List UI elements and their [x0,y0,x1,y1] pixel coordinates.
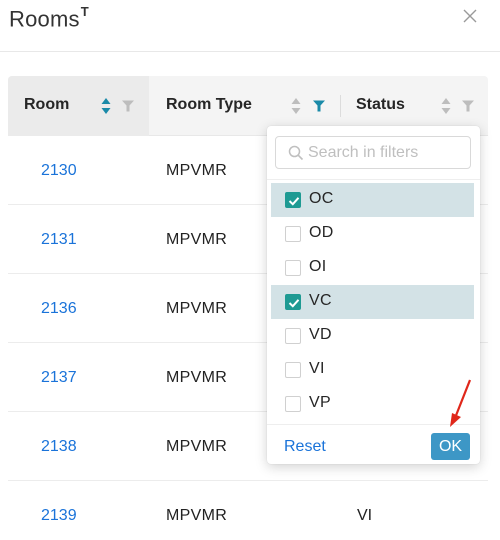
room-type-cell: MPVMR [166,437,228,455]
modal-title-text: Rooms [9,6,80,32]
filter-search-box[interactable] [275,136,471,169]
table-row: 2139 MPVMR VI [8,481,488,540]
filter-search-input[interactable] [308,142,466,164]
close-icon[interactable] [459,5,481,27]
room-type-cell: MPVMR [166,368,228,386]
ok-button[interactable]: OK [431,433,470,460]
filter-option-label: VI [309,360,325,377]
search-icon [288,145,304,161]
checkbox-checked[interactable] [285,294,301,310]
modal-title-mark: T [80,4,89,19]
filter-option-oc[interactable]: OC [271,183,474,217]
filter-icon[interactable] [122,100,134,112]
room-number-link[interactable]: 2130 [41,136,77,205]
arrow-icon [450,379,472,427]
checkbox[interactable] [285,260,301,276]
filter-option-label: OI [309,258,327,275]
sort-icon[interactable] [291,97,301,115]
filter-icon[interactable] [313,100,325,112]
check-icon [288,299,300,308]
filter-icon[interactable] [462,100,474,112]
room-number-link[interactable]: 2131 [41,205,77,274]
filter-option-label: VP [309,394,331,411]
checkbox[interactable] [285,396,301,412]
filter-option-label: OC [309,190,334,207]
column-header-label: Status [356,96,405,113]
filter-option-vd[interactable]: VD [271,319,474,353]
filter-option-od[interactable]: OD [271,217,474,251]
sort-icon[interactable] [441,97,451,115]
reset-button[interactable]: Reset [284,438,326,456]
modal-title: RoomsT [9,4,89,32]
checkbox[interactable] [285,226,301,242]
filter-option-label: OD [309,224,334,241]
column-header-label: Room [24,96,70,113]
filter-option-label: VD [309,326,332,343]
status-cell: VI [357,506,373,524]
checkbox-checked[interactable] [285,192,301,208]
room-type-cell: MPVMR [166,299,228,317]
sort-icon[interactable] [101,97,111,115]
check-icon [288,197,300,206]
divider [267,179,480,180]
room-type-cell: MPVMR [166,506,228,524]
column-header-label: Room Type [166,96,252,113]
modal-header: RoomsT [0,0,500,52]
filter-option-vc[interactable]: VC [271,285,474,319]
checkbox[interactable] [285,362,301,378]
column-header-room[interactable]: Room [8,76,149,136]
room-number-link[interactable]: 2138 [41,412,77,481]
room-type-cell: MPVMR [166,161,228,179]
checkbox[interactable] [285,328,301,344]
room-number-link[interactable]: 2136 [41,274,77,343]
filter-option-label: VC [309,292,332,309]
room-type-cell: MPVMR [166,230,228,248]
room-number-link[interactable]: 2139 [41,481,77,540]
filter-option-oi[interactable]: OI [271,251,474,285]
room-number-link[interactable]: 2137 [41,343,77,412]
